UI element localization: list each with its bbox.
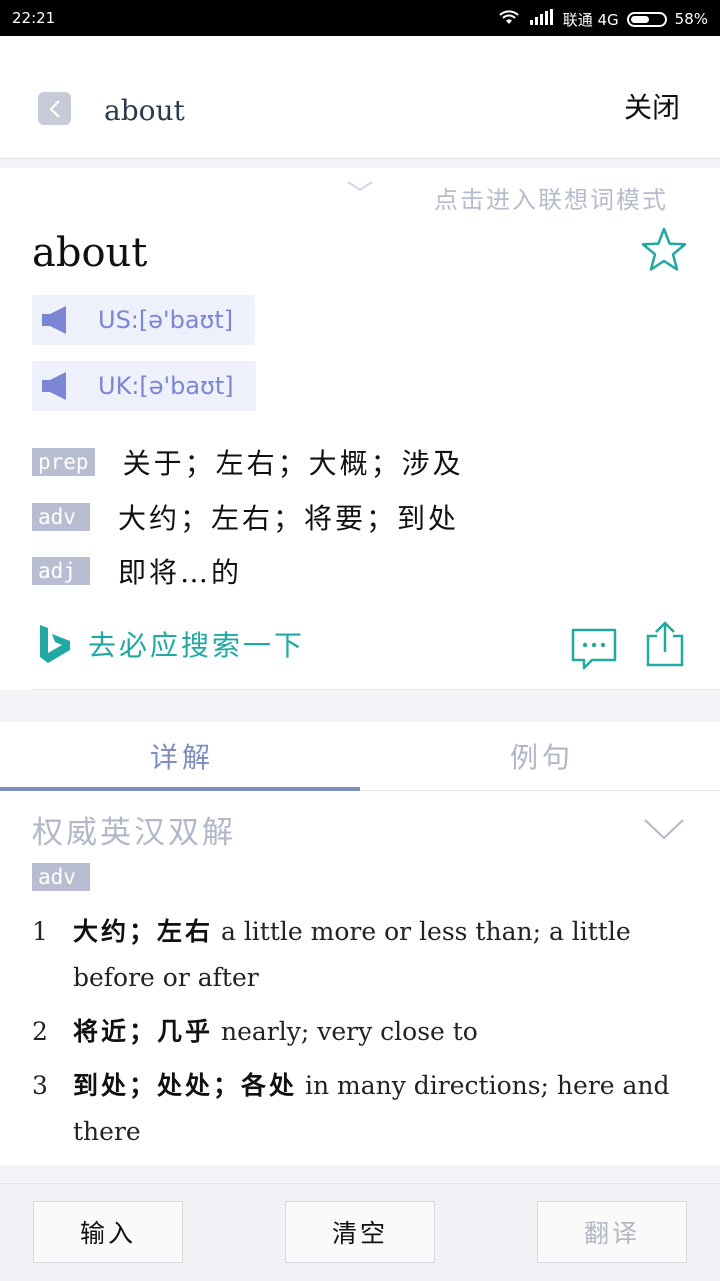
battery-percent: 58%	[674, 10, 708, 28]
pos-tag: adv	[32, 863, 90, 891]
pos-tag: prep	[32, 448, 95, 476]
chevron-down-icon	[347, 181, 373, 192]
close-button[interactable]: 关闭	[624, 86, 680, 126]
sense-zh: 大约；左右	[73, 917, 214, 946]
sense-item: 3 到处；处处；各处 in many directions; here and …	[32, 1063, 692, 1155]
input-button[interactable]: 输入	[33, 1201, 183, 1263]
back-button[interactable]	[38, 92, 71, 125]
pronunciation-us-button[interactable]: US:[ə'baʊt]	[32, 295, 256, 345]
sense-number: 1	[32, 917, 48, 946]
speaker-icon	[42, 372, 66, 400]
pos-tag: adv	[32, 503, 90, 531]
bing-search-link[interactable]: 去必应搜索一下	[38, 623, 305, 665]
sense-item: 2 将近；几乎 nearly; very close to	[32, 1009, 692, 1055]
tab-detail[interactable]: 详解	[150, 736, 214, 776]
detail-panel: 权威英汉双解 adv 1 大约；左右 a little more or less…	[0, 791, 720, 1165]
pos-tag: adj	[32, 557, 90, 585]
sense-en: nearly; very close to	[213, 1017, 478, 1046]
battery-icon	[626, 11, 667, 27]
status-right: 联通 4G 58%	[497, 8, 708, 30]
definition-row: adv 大约；左右；将要；到处	[32, 499, 459, 535]
association-mode-toggle[interactable]: 点击进入联想词模式	[0, 168, 720, 220]
speaker-icon	[42, 306, 66, 334]
bing-logo-icon	[40, 625, 70, 663]
headword: about	[32, 230, 148, 276]
divider	[32, 689, 720, 690]
definition-row: adj 即将…的	[32, 553, 242, 589]
top-bar: about 关闭	[0, 36, 720, 159]
pronunciation-uk-label: UK:[ə'baʊt]	[98, 372, 234, 400]
wifi-icon	[497, 8, 521, 30]
chevron-left-icon	[48, 99, 60, 118]
definition-text: 关于；左右；大概；涉及	[122, 447, 464, 480]
sense-number: 2	[32, 1017, 48, 1046]
chevron-down-icon[interactable]	[643, 817, 685, 841]
bottom-bar: 输入 清空 翻译	[0, 1183, 720, 1281]
bing-search-label: 去必应搜索一下	[88, 629, 306, 662]
pronunciation-us-label: US:[ə'baʊt]	[98, 306, 234, 334]
word-card: 点击进入联想词模式 about US:[ə'baʊt] UK:[ə'baʊt] …	[0, 168, 720, 690]
sense-zh: 到处；处处；各处	[73, 1071, 298, 1100]
definition-row: prep 关于；左右；大概；涉及	[32, 444, 464, 480]
sense-zh: 将近；几乎	[73, 1017, 214, 1046]
share-icon[interactable]	[645, 620, 685, 668]
clear-button[interactable]: 清空	[285, 1201, 435, 1263]
association-mode-hint: 点击进入联想词模式	[434, 186, 668, 214]
pronunciation-uk-button[interactable]: UK:[ə'baʊt]	[32, 361, 256, 411]
sense-number: 3	[32, 1071, 48, 1100]
section-title: 权威英汉双解	[32, 815, 236, 851]
search-query[interactable]: about	[104, 94, 185, 127]
translate-button[interactable]: 翻译	[537, 1201, 687, 1263]
signal-icon	[529, 9, 555, 29]
status-bar: 22:21 联通 4G 58%	[0, 0, 720, 36]
definition-text: 即将…的	[118, 556, 243, 589]
sense-item: 1 大约；左右 a little more or less than; a li…	[32, 909, 692, 1001]
comment-icon[interactable]	[570, 627, 618, 671]
definition-text: 大约；左右；将要；到处	[118, 502, 460, 535]
carrier-label: 联通 4G	[562, 10, 619, 29]
status-time: 22:21	[12, 9, 56, 27]
tab-bar: 详解 例句	[0, 722, 720, 791]
favorite-star-icon[interactable]	[640, 226, 688, 274]
tab-examples[interactable]: 例句	[510, 736, 574, 776]
